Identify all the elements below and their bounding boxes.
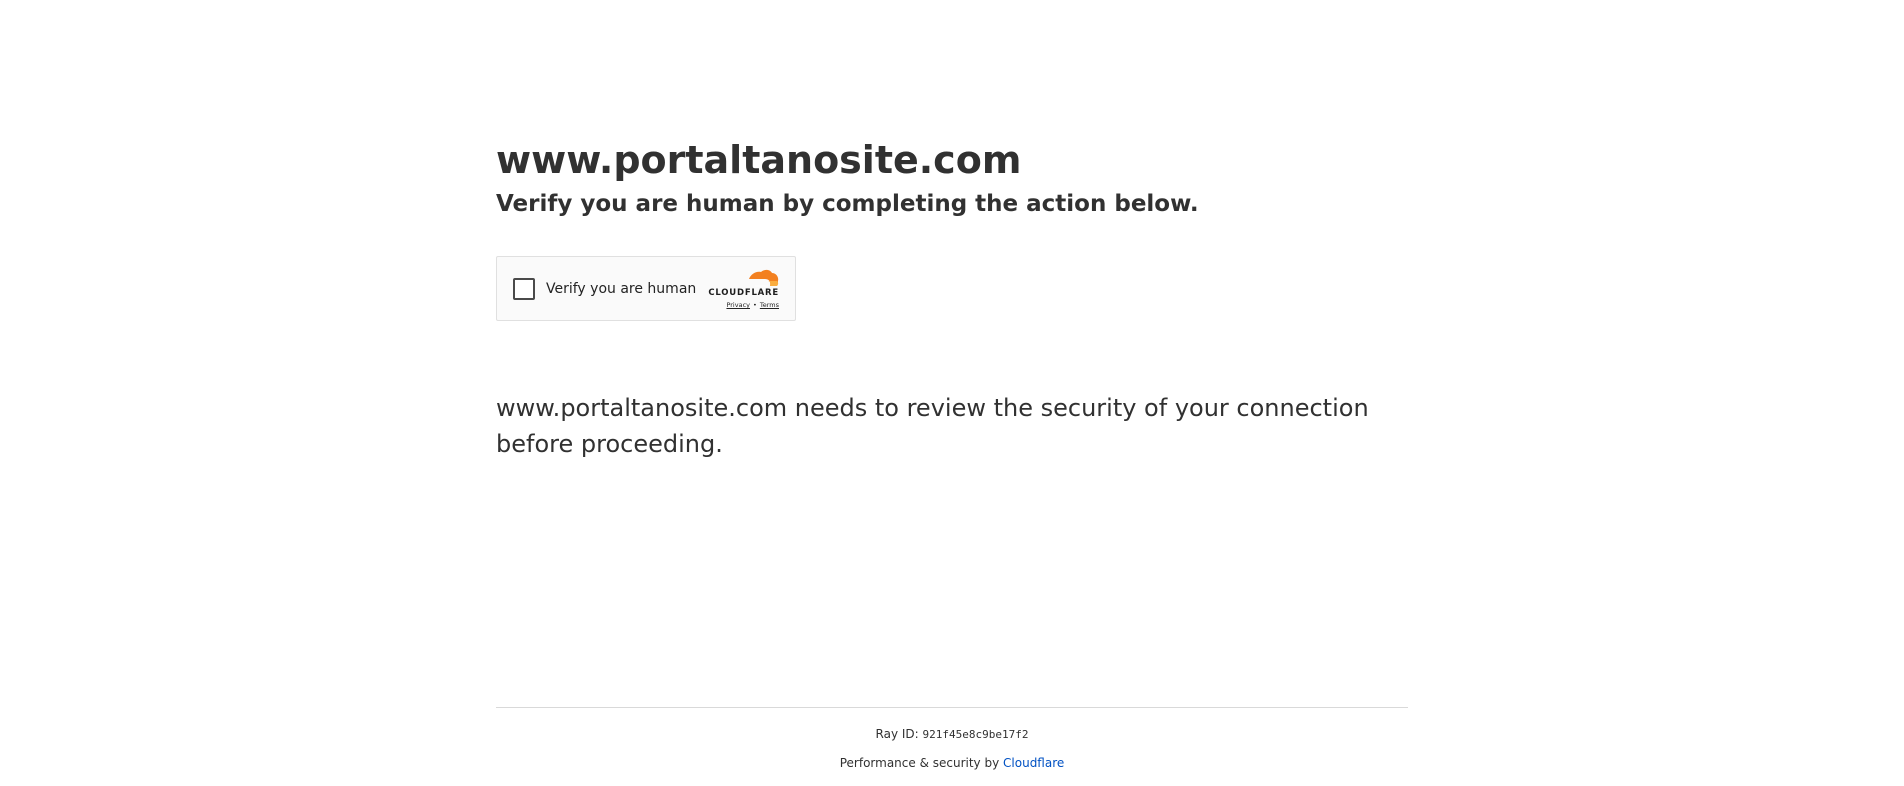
widget-links: Privacy • Terms <box>703 300 779 311</box>
ray-id-value: 921f45e8c9be17f2 <box>922 728 1029 741</box>
performance-text: Performance & security by <box>839 756 1000 770</box>
main-content: www.portaltanosite.com Verify you are hu… <box>496 136 1408 458</box>
footer: Ray ID: 921f45e8c9be17f2 Performance & s… <box>496 707 1408 771</box>
terms-link[interactable]: Terms <box>760 301 779 309</box>
verify-checkbox-label[interactable]: Verify you are human <box>546 279 696 299</box>
security-review-message: www.portaltanosite.com needs to review t… <box>496 394 1369 458</box>
privacy-link[interactable]: Privacy <box>726 301 750 309</box>
verify-instructions: Verify you are human by completing the a… <box>496 191 1199 217</box>
link-separator: • <box>753 301 757 309</box>
main-wrapper: www.portaltanosite.com Verify you are hu… <box>0 0 1904 786</box>
ray-id-line: Ray ID: 921f45e8c9be17f2 <box>496 726 1408 743</box>
cloudflare-cloud-icon <box>749 269 779 287</box>
turnstile-challenge-widget: Verify you are human CLOUDFLARE Privacy •… <box>496 256 796 321</box>
cloudflare-link[interactable]: Cloudflare <box>1003 756 1064 770</box>
cloudflare-wordmark: CLOUDFLARE <box>708 288 779 298</box>
ray-id-label: Ray ID: <box>875 727 919 741</box>
performance-line: Performance & security by Cloudflare <box>496 755 1408 771</box>
site-title: www.portaltanosite.com <box>496 138 1022 182</box>
verify-checkbox[interactable] <box>513 278 535 300</box>
cloudflare-branding: CLOUDFLARE Privacy • Terms <box>703 268 779 311</box>
